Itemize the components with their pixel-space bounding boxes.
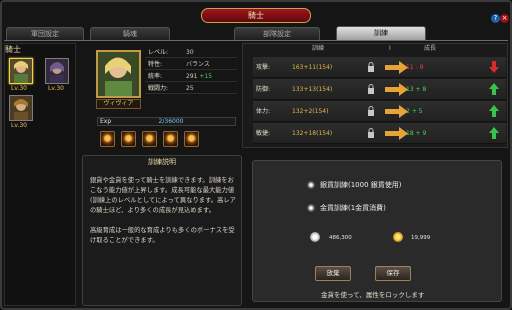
arrow-up-icon xyxy=(489,105,499,117)
train-growth: 11 - 9 xyxy=(406,64,424,71)
stat-value: 25 xyxy=(186,85,194,92)
description-title: 訓練説明 xyxy=(148,158,176,166)
exp-value: 2/36000 xyxy=(158,118,184,125)
train-stat-name: 敏捷: xyxy=(256,130,271,137)
tab-knight-soul[interactable]: 騎魂 xyxy=(90,27,170,41)
silver-amount: 486,300 xyxy=(329,235,352,241)
elf-knight-portrait xyxy=(10,59,32,83)
stat-value: 291 xyxy=(186,73,198,80)
train-growth: 2 + 5 xyxy=(406,108,423,115)
tab-army-settings[interactable]: 軍団設定 xyxy=(6,27,84,41)
stat-command: 統率: 291 +15 xyxy=(145,72,237,82)
arrow-up-icon xyxy=(489,83,499,95)
description-paragraph-1: 銀貨や金貨を使って騎士を訓練できます。訓練をおこなう能力値が上昇します。成長可能… xyxy=(90,177,236,214)
stat-value: バランス xyxy=(186,61,210,68)
knight-list-heading: 騎士 xyxy=(5,45,21,54)
train-stat-name: 体力: xyxy=(256,108,271,115)
skill-icon-2[interactable] xyxy=(121,131,136,147)
stat-level: レベル: 30 xyxy=(145,48,237,58)
stat-label: レベル: xyxy=(148,49,169,56)
gold-amount: 19,999 xyxy=(411,235,431,241)
train-stat-value: 133+13(154) xyxy=(292,86,333,93)
lock-icon[interactable] xyxy=(367,84,375,94)
train-stat-name: 攻撃: xyxy=(256,64,271,71)
dark-knight-portrait xyxy=(46,59,68,83)
lock-icon[interactable] xyxy=(367,62,375,72)
exp-label: Exp xyxy=(100,118,112,125)
knight-level-3: Lv.30 xyxy=(11,122,27,129)
stat-label: 統率: xyxy=(148,73,163,80)
knight-name: ヴィヴィア xyxy=(96,99,141,109)
description-paragraph-2: 高級育成は一般的な育成よりも多くのボーナスを受け取ることができます。 xyxy=(90,227,235,244)
knight-level-1: Lv.30 xyxy=(11,85,27,92)
train-growth: 18 + 9 xyxy=(406,130,427,137)
description-body: 銀貨や金貨を使って騎士を訓練できます。訓練をおこなう能力値が上昇します。成長可能… xyxy=(90,176,236,246)
gold-training-label[interactable]: 金貨訓練(1金貨消費) xyxy=(320,203,386,213)
silver-coin-icon xyxy=(310,232,320,242)
skill-icon-3[interactable] xyxy=(142,131,157,147)
stat-bonus: +15 xyxy=(199,73,213,80)
train-arrow-icon xyxy=(385,61,408,74)
knight-avatar-1[interactable] xyxy=(9,58,33,84)
train-growth: 13 + 8 xyxy=(406,86,427,93)
train-arrow-icon xyxy=(385,127,408,140)
elf-knight-portrait-large xyxy=(98,52,139,96)
stat-label: 特性: xyxy=(148,61,163,68)
skill-icon-1[interactable] xyxy=(100,131,115,147)
skill-icon-5[interactable] xyxy=(184,131,199,147)
knight-avatar-2[interactable] xyxy=(45,58,69,84)
gold-training-radio[interactable] xyxy=(307,204,315,212)
close-button[interactable]: × xyxy=(500,14,509,23)
train-arrow-icon xyxy=(385,83,408,96)
train-stat-value: 132+2(154) xyxy=(292,108,329,115)
stat-trait: 特性: バランス xyxy=(145,60,237,70)
col-header-train: 訓練 xyxy=(312,45,325,52)
col-header-growth: 成長 xyxy=(424,45,437,52)
lock-icon[interactable] xyxy=(367,128,375,138)
train-row-attack: 攻撃: 163+11(154) 11 - 9 xyxy=(253,57,506,78)
arrow-up-icon xyxy=(489,127,499,139)
knight-level-2: Lv.30 xyxy=(48,85,64,92)
silver-training-label[interactable]: 銀貨訓練(1000 銀貨使用) xyxy=(320,180,402,190)
silver-training-radio[interactable] xyxy=(307,181,315,189)
save-button[interactable]: 保存 xyxy=(375,266,411,281)
arrow-down-icon xyxy=(489,61,499,73)
skill-icon-4[interactable] xyxy=(163,131,178,147)
train-arrow-icon xyxy=(385,105,408,118)
help-button[interactable]: ? xyxy=(491,14,500,23)
train-stat-value: 132+18(154) xyxy=(292,130,333,137)
lock-hint: 金貨を使って、属性をロックします xyxy=(321,291,425,299)
stat-label: 戦闘力: xyxy=(148,85,169,92)
knight-portrait xyxy=(96,50,141,98)
gold-coin-icon xyxy=(393,232,403,242)
stat-value: 30 xyxy=(186,49,194,56)
window-title: 騎士 xyxy=(201,8,311,23)
stat-combat-power: 戦闘力: 25 xyxy=(145,84,237,94)
lock-icon[interactable] xyxy=(367,106,375,116)
cancel-button[interactable]: 放棄 xyxy=(315,266,351,281)
tab-training[interactable]: 訓練 xyxy=(336,26,426,41)
train-stat-value: 163+11(154) xyxy=(292,64,333,71)
train-stat-name: 防御: xyxy=(256,86,271,93)
tab-unit-settings[interactable]: 部隊設定 xyxy=(234,27,320,41)
tab-divider xyxy=(4,40,508,41)
train-row-defense: 防御: 133+13(154) 13 + 8 xyxy=(253,79,506,100)
train-row-agility: 敏捷: 132+18(154) 18 + 9 xyxy=(253,123,506,144)
ranger-knight-portrait xyxy=(10,96,32,120)
col-header-mid: I xyxy=(389,45,391,52)
knight-avatar-3[interactable] xyxy=(9,95,33,121)
train-row-stamina: 体力: 132+2(154) 2 + 5 xyxy=(253,101,506,122)
